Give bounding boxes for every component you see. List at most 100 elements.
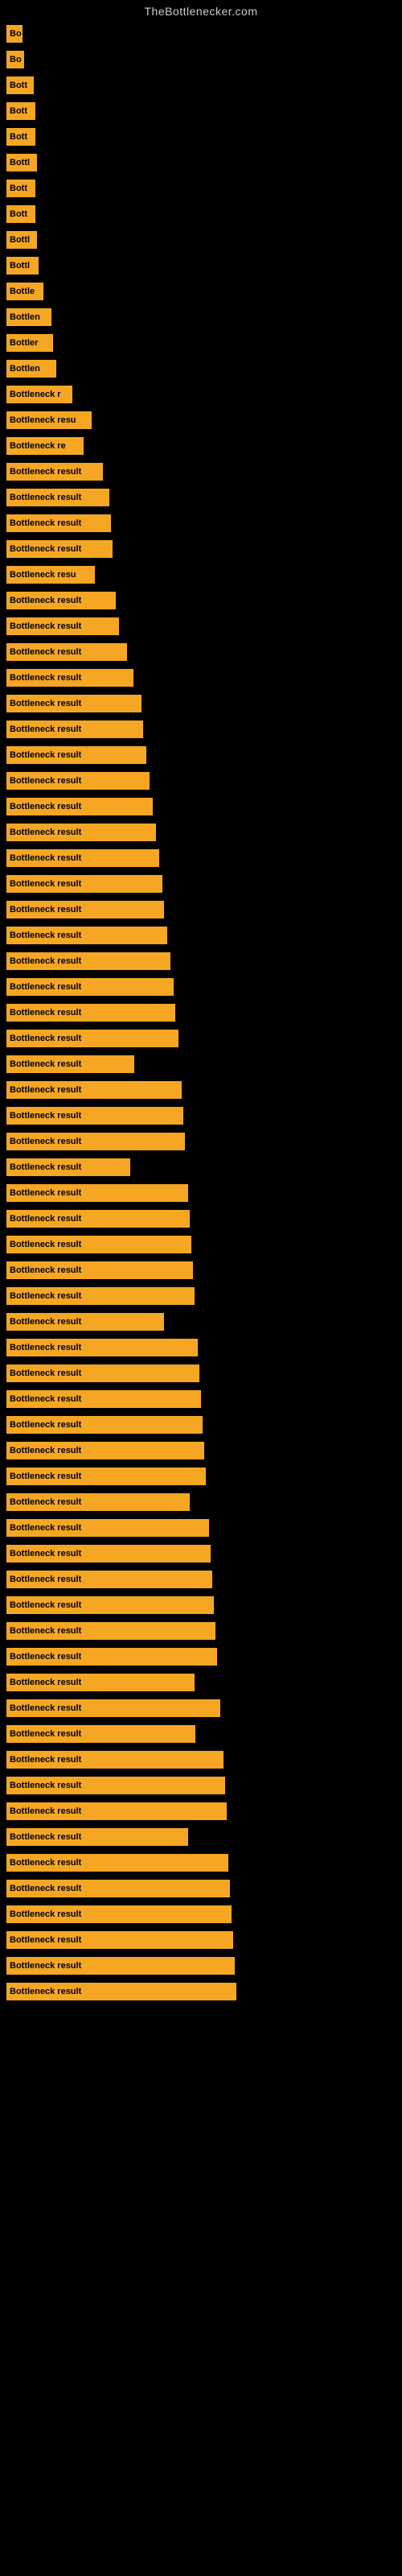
result-bar: Bott [6,180,35,197]
result-bar: Bottleneck result [6,1416,203,1434]
bar-row: Bottleneck result [0,768,402,794]
bar-label: Bottleneck result [10,1034,81,1043]
result-bar: Bottleneck result [6,1957,235,1975]
result-bar: Bottleneck result [6,695,142,712]
bar-label: Bottleneck result [10,467,81,477]
result-bar: Bottleneck result [6,875,162,893]
bar-label: Bottleneck resu [10,415,76,425]
bar-label: Bottleneck result [10,1961,81,1971]
result-bar: Bottleneck result [6,901,164,919]
bar-label: Bottleneck result [10,1884,81,1893]
bar-label: Bottleneck result [10,1626,81,1636]
site-title: TheBottlenecker.com [0,0,402,21]
bar-label: Bott [10,184,27,193]
bar-row: Bottleneck result [0,871,402,897]
result-bar: Bottleneck result [6,1107,183,1125]
bar-label: Bottleneck result [10,1575,81,1584]
bar-row: Bottleneck result [0,1953,402,1979]
result-bar: Bottleneck result [6,592,116,609]
bar-label: Bottleneck result [10,1729,81,1739]
bar-row: Bottlen [0,356,402,382]
bar-label: Bottleneck result [10,1806,81,1816]
bar-row: Bottleneck result [0,1103,402,1129]
result-bar: Bottleneck result [6,1854,228,1872]
bar-row: Bottleneck result [0,1206,402,1232]
bar-row: Bottleneck result [0,742,402,768]
result-bar: Bottleneck result [6,1622,215,1640]
result-bar: Bottleneck result [6,643,127,661]
bar-label: Bottlen [10,364,40,374]
result-bar: Bottleneck result [6,1777,225,1794]
bar-label: Bottleneck result [10,1446,81,1455]
result-bar: Bottleneck result [6,1364,199,1382]
bar-row: Bottleneck result [0,1489,402,1515]
result-bar: Bottl [6,231,37,249]
result-bar: Bottleneck result [6,1674,195,1691]
result-bar: Bottleneck result [6,1468,206,1485]
result-bar: Bottleneck result [6,1442,204,1459]
result-bar: Bott [6,76,34,94]
bar-label: Bottleneck result [10,1472,81,1481]
bar-label: Bottleneck result [10,1394,81,1404]
bar-label: Bottleneck result [10,1781,81,1790]
bar-label: Bottleneck result [10,1703,81,1713]
result-bar: Bottleneck result [6,1287,195,1305]
bar-row: Bottleneck result [0,1283,402,1309]
bar-label: Bottleneck re [10,441,66,451]
bar-label: Bottleneck result [10,493,81,502]
bar-row: Bottleneck result [0,948,402,974]
bar-label: Bottleneck result [10,1111,81,1121]
result-bar: Bottleneck result [6,1828,188,1846]
bar-label: Bottleneck result [10,776,81,786]
result-bar: Bottleneck result [6,1030,178,1047]
result-bar: Bott [6,102,35,120]
bar-label: Bottleneck result [10,544,81,554]
result-bar: Bottl [6,154,37,171]
bar-row: Bottleneck result [0,1412,402,1438]
bar-label: Bott [10,132,27,142]
bar-label: Bottleneck result [10,1317,81,1327]
bar-row: Bottleneck result [0,1463,402,1489]
bar-label: Bottleneck result [10,1600,81,1610]
result-bar: Bottleneck result [6,489,109,506]
bar-label: Bottleneck result [10,1678,81,1687]
bar-row: Bottleneck result [0,1567,402,1592]
bar-label: Bottleneck result [10,1240,81,1249]
bar-label: Bottleneck result [10,647,81,657]
bar-row: Bottle [0,279,402,304]
bar-label: Bottleneck r [10,390,61,399]
bar-row: Bottleneck result [0,1257,402,1283]
bar-label: Bottleneck result [10,1214,81,1224]
result-bar: Bottleneck result [6,1596,214,1614]
bar-row: Bottleneck result [0,845,402,871]
bar-label: Bottleneck result [10,621,81,631]
bar-label: Bottleneck result [10,931,81,940]
bar-label: Bottle [10,287,35,296]
result-bar: Bottleneck result [6,1802,227,1820]
result-bar: Bottleneck result [6,1004,175,1022]
bar-row: Bottl [0,227,402,253]
bar-row: Bottleneck result [0,819,402,845]
result-bar: Bottleneck r [6,386,72,403]
bars-container: BoBoBottBottBottBottlBottBottBottlBottlB… [0,21,402,2004]
bar-label: Bottleneck result [10,518,81,528]
bar-row: Bottleneck result [0,923,402,948]
bar-label: Bottleneck result [10,1523,81,1533]
result-bar: Bottleneck result [6,1699,220,1717]
result-bar: Bottleneck result [6,1931,233,1949]
bar-label: Bottleneck result [10,1085,81,1095]
result-bar: Bottleneck result [6,1880,230,1897]
result-bar: Bottleneck result [6,669,133,687]
bar-label: Bottleneck result [10,1755,81,1765]
bar-row: Bott [0,124,402,150]
bar-row: Bottleneck result [0,588,402,613]
result-bar: Bottleneck result [6,1519,209,1537]
bar-row: Bottl [0,253,402,279]
result-bar: Bottleneck result [6,849,159,867]
bar-label: Bottleneck result [10,802,81,811]
result-bar: Bottleneck result [6,1133,185,1150]
result-bar: Bottleneck result [6,1184,188,1202]
bar-label: Bottleneck result [10,1832,81,1842]
result-bar: Bottleneck result [6,1210,190,1228]
result-bar: Bott [6,205,35,223]
